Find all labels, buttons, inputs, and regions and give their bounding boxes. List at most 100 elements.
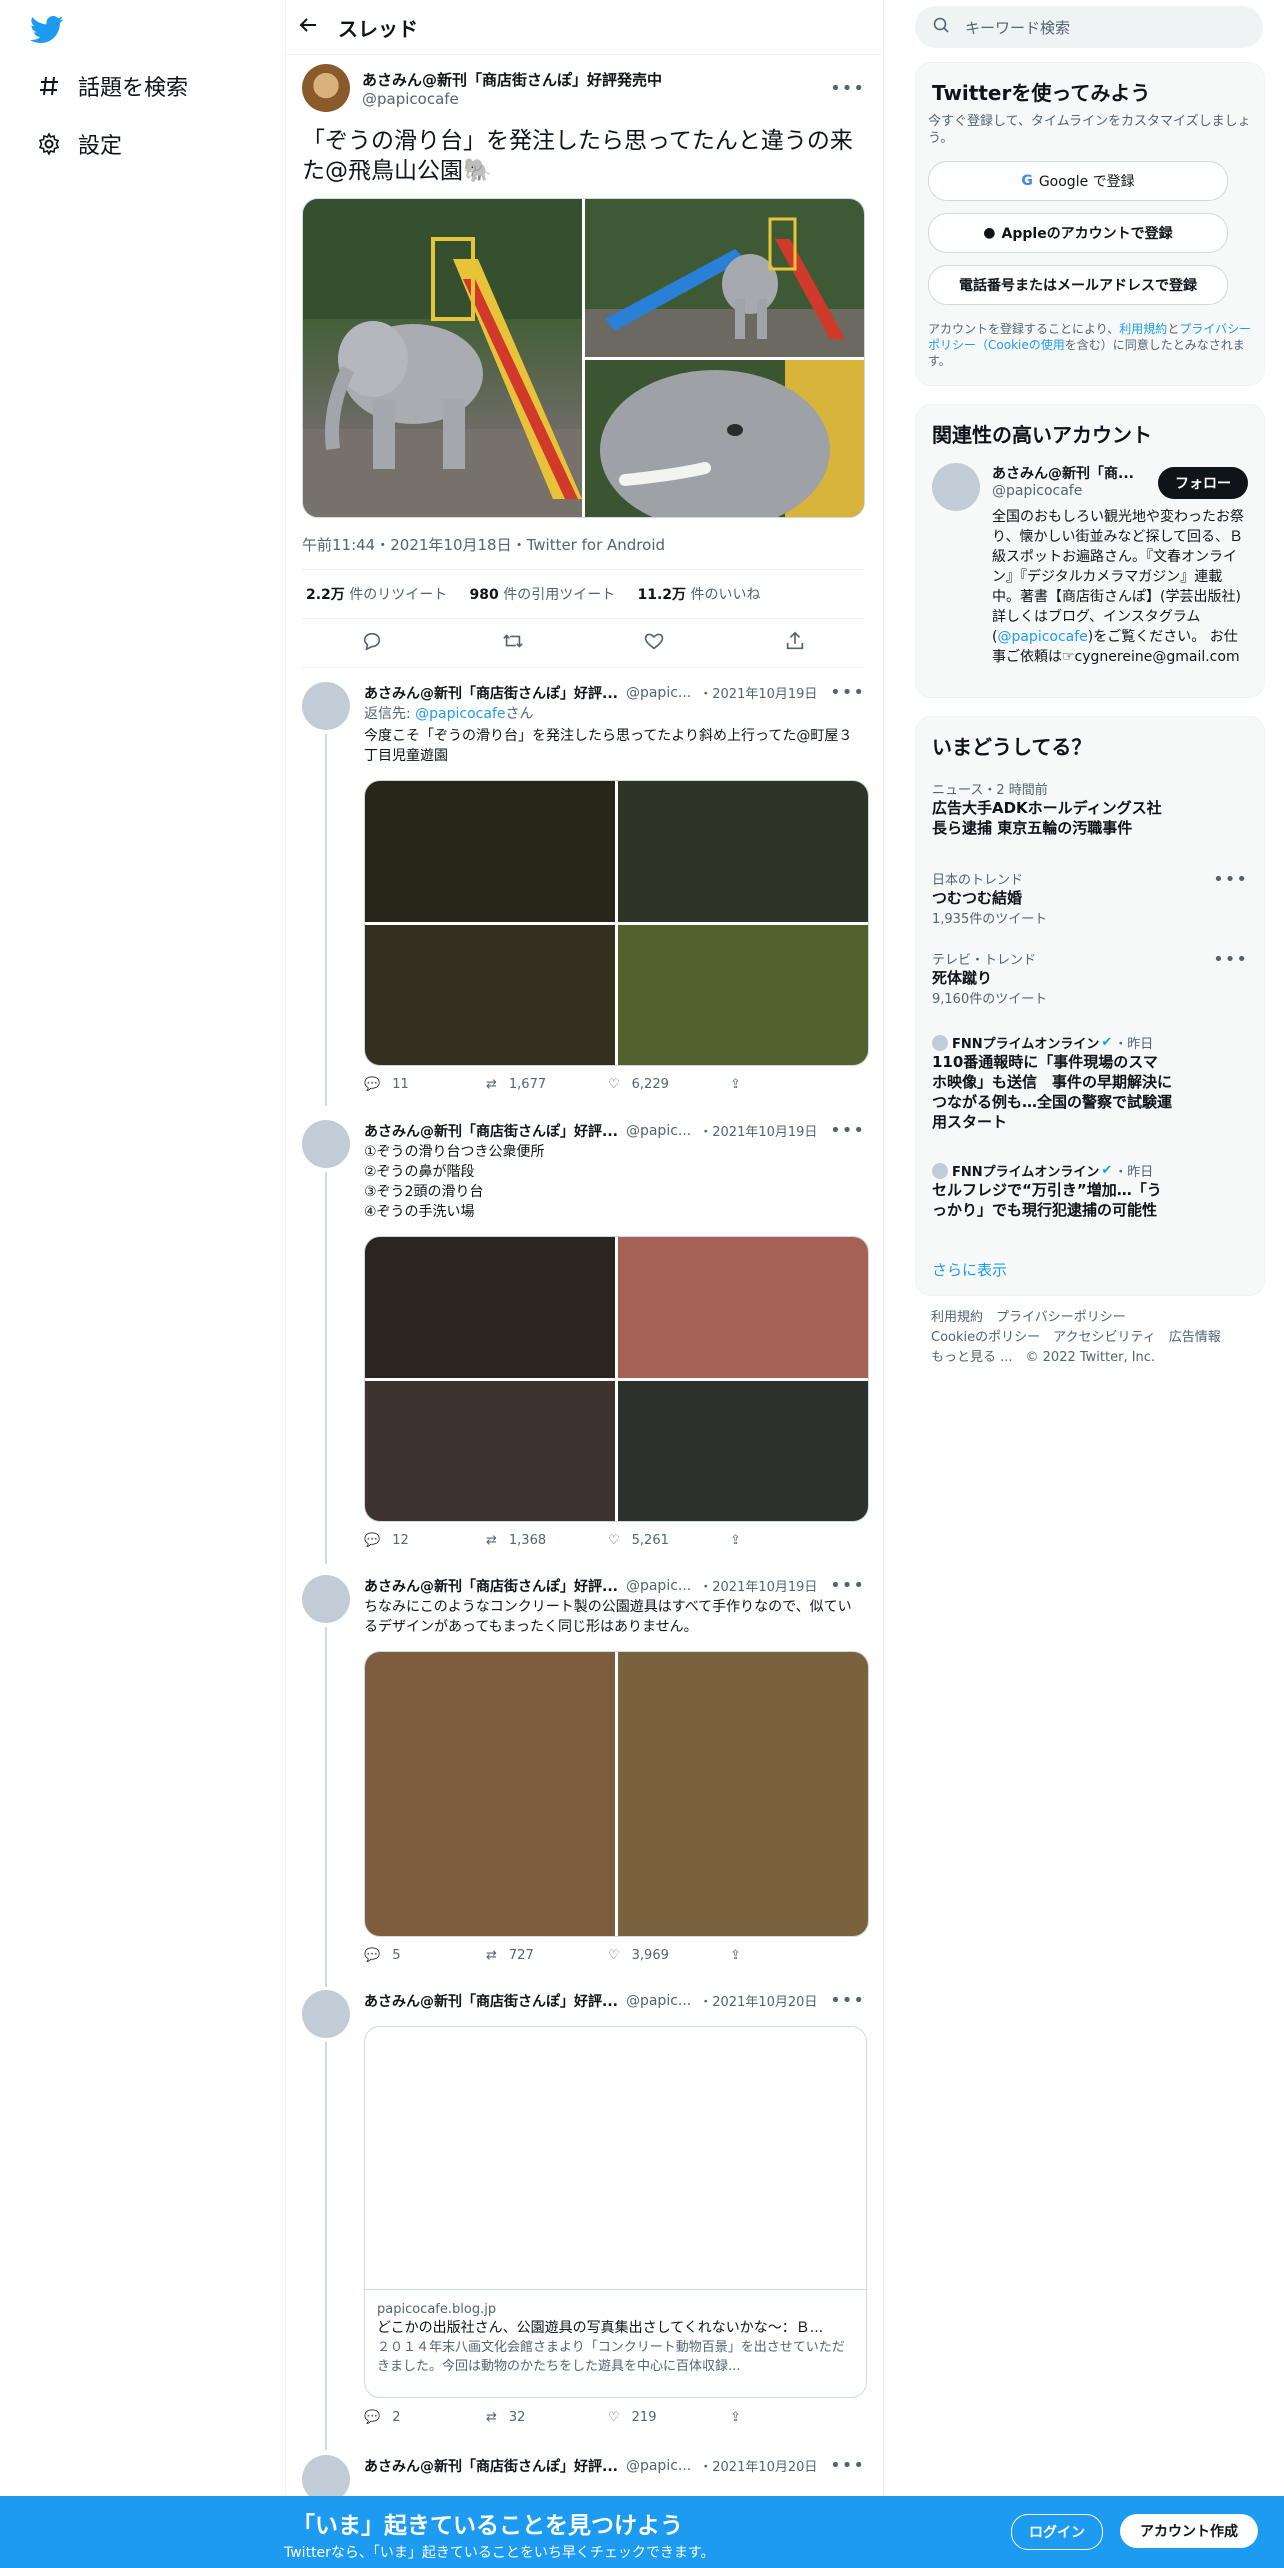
more-options-icon[interactable]: ••• [830,2455,865,2476]
media-photo[interactable] [585,360,864,517]
media-photo[interactable] [365,1652,615,1936]
follow-button[interactable]: フォロー [1158,467,1248,499]
retweet-label[interactable]: 件のリツイート [349,587,447,603]
author-name[interactable]: あさみん@新刊「商店街さんぽ」好評... [364,683,618,703]
trend-item[interactable]: 日本のトレンド つむつむ結婚 1,935件のツイート ••• [932,869,1248,927]
nav-explore[interactable]: 話題を検索 [34,70,188,102]
footer-line[interactable]: 利用規約 プライバシーポリシー [931,1308,1221,1328]
more-options-icon[interactable]: ••• [830,682,865,703]
trend-item[interactable]: FNNプライムオンライン ✔ ・昨日 セルフレジで“万引き”増加…「うっかり」で… [932,1161,1248,1220]
trend-item[interactable]: テレビ・トレンド 死体蹴り 9,160件のツイート ••• [932,949,1248,1007]
more-options-icon[interactable]: ••• [830,78,865,99]
media-photo[interactable] [365,781,615,922]
media-photo[interactable] [303,199,582,517]
avatar[interactable] [302,64,350,112]
tweet-media[interactable] [302,198,865,518]
reply-date[interactable]: ・2021年10月20日 [699,2456,817,2475]
bio-mention[interactable]: @papicocafe [997,629,1087,645]
footer-line[interactable]: もっと見る ... © 2022 Twitter, Inc. [931,1348,1221,1368]
author-handle[interactable]: @papic... [626,1993,691,2009]
tweet-media[interactable] [364,1651,869,1937]
author-name[interactable]: あさみん@新刊「商店街さんぽ」好評... [364,1121,618,1141]
avatar[interactable] [302,682,350,730]
quote-label[interactable]: 件の引用ツイート [503,587,615,603]
tweet-media[interactable] [364,780,869,1066]
author-handle[interactable]: @papicocafe [362,90,830,108]
media-photo[interactable] [618,1652,868,1936]
search-input[interactable]: キーワード検索 [965,17,1070,38]
author-name[interactable]: あさみん@新刊「商店街さんぽ」好評発売中 [362,69,830,90]
login-button[interactable]: ログイン [1011,2514,1103,2550]
more-options-icon[interactable]: ••• [1213,869,1248,890]
trend-item[interactable]: FNNプライムオンライン ✔ ・昨日 110番通報時に「事件現場のスマホ映像」も… [932,1033,1248,1132]
media-photo[interactable] [618,1237,868,1378]
back-arrow-icon[interactable] [298,15,338,40]
reply-to-handle[interactable]: @papicocafe [415,706,505,722]
share-button[interactable]: ⇪ [730,2410,852,2425]
apple-signup-button[interactable]: ● Appleのアカウントで登録 [928,213,1228,253]
quote-count[interactable]: 980 [470,587,499,603]
reply-button[interactable]: 💬 5 [364,1948,486,1963]
tweet-timestamp[interactable]: 午前11:44・2021年10月18日・Twitter for Android [302,534,865,555]
reply-date[interactable]: ・2021年10月19日 [699,1121,817,1140]
media-photo[interactable] [365,1381,615,1521]
like-button[interactable]: ♡ 5,261 [608,1533,730,1548]
google-signup-button[interactable]: G Google で登録 [928,161,1228,201]
retweet-icon[interactable] [502,630,524,656]
nav-settings[interactable]: 設定 [34,128,122,160]
reply-button[interactable]: 💬 2 [364,2410,486,2425]
like-button[interactable]: ♡ 219 [608,2410,730,2425]
show-more-link[interactable]: さらに表示 [932,1259,1007,1280]
media-photo[interactable] [618,925,868,1065]
more-options-icon[interactable]: ••• [830,1575,865,1596]
reply-date[interactable]: ・2021年10月19日 [699,1576,817,1595]
avatar[interactable] [302,1575,350,1623]
media-photo[interactable] [365,1237,615,1378]
like-count[interactable]: 11.2万 [637,587,686,603]
retweet-button[interactable]: ⇄ 727 [486,1948,608,1963]
author-name[interactable]: あさみん@新刊「商店街さんぽ」好評... [364,2456,618,2476]
reply-button[interactable]: 💬 11 [364,1077,486,1092]
author-handle[interactable]: @papic... [626,2458,691,2474]
like-button[interactable]: ♡ 6,229 [608,1077,730,1092]
media-photo[interactable] [618,781,868,922]
related-handle[interactable]: @papicocafe [992,483,1082,499]
share-button[interactable]: ⇪ [730,1533,852,1548]
retweet-button[interactable]: ⇄ 1,677 [486,1077,608,1092]
retweet-button[interactable]: ⇄ 32 [486,2410,608,2425]
related-name[interactable]: あさみん@新刊「商... [992,463,1134,483]
author-handle[interactable]: @papic... [626,1123,691,1139]
media-photo[interactable] [365,925,615,1065]
phone-signup-button[interactable]: 電話番号またはメールアドレスで登録 [928,265,1228,305]
share-icon[interactable] [784,630,806,656]
author-handle[interactable]: @papic... [626,1578,691,1594]
signup-button[interactable]: アカウント作成 [1120,2514,1258,2548]
avatar[interactable] [302,1990,350,2038]
author-name[interactable]: あさみん@新刊「商店街さんぽ」好評... [364,1576,618,1596]
footer-line[interactable]: Cookieのポリシー アクセシビリティ 広告情報 [931,1328,1221,1348]
tweet-media[interactable] [364,1236,869,1522]
reply-button[interactable]: 💬 12 [364,1533,486,1548]
share-button[interactable]: ⇪ [730,1948,852,1963]
twitter-logo-icon[interactable] [30,15,64,49]
terms-link[interactable]: 利用規約 [1119,322,1167,336]
more-options-icon[interactable]: ••• [1213,949,1248,970]
author-name[interactable]: あさみん@新刊「商店街さんぽ」好評... [364,1991,618,2011]
search-box[interactable]: キーワード検索 [915,6,1263,48]
like-button[interactable]: ♡ 3,969 [608,1948,730,1963]
author-handle[interactable]: @papic... [626,685,691,701]
media-photo[interactable] [618,1381,868,1521]
avatar[interactable] [932,463,980,511]
reply-date[interactable]: ・2021年10月20日 [699,1991,817,2010]
media-photo[interactable] [585,199,864,357]
reply-icon[interactable] [361,630,383,656]
like-label[interactable]: 件のいいね [690,587,760,603]
reply-date[interactable]: ・2021年10月19日 [699,683,817,702]
retweet-button[interactable]: ⇄ 1,368 [486,1533,608,1548]
share-button[interactable]: ⇪ [730,1077,852,1092]
trend-item[interactable]: ニュース・2 時間前 広告大手ADKホールディングス社長ら逮捕 東京五輪の汚職事… [932,779,1248,838]
avatar[interactable] [302,1120,350,1168]
more-options-icon[interactable]: ••• [830,1120,865,1141]
more-options-icon[interactable]: ••• [830,1990,865,2011]
like-icon[interactable] [643,630,665,656]
